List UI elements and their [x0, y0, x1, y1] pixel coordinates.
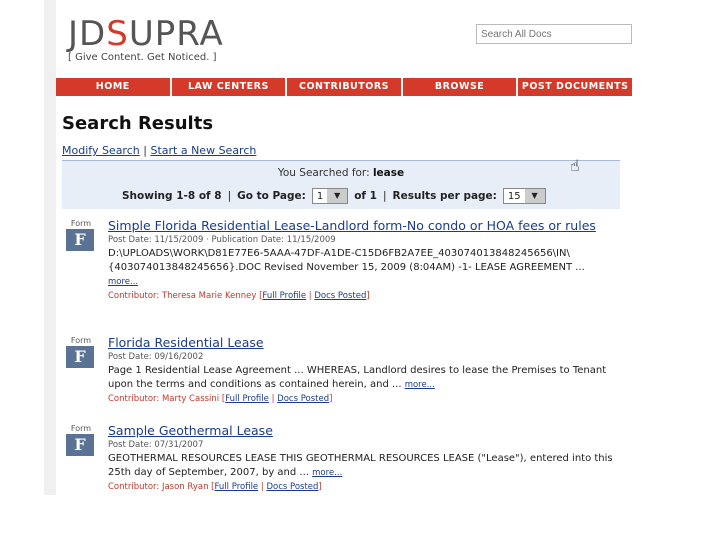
docs-posted-link[interactable]: Docs Posted: [266, 482, 318, 492]
rpp-select[interactable]: 15 ▼: [502, 188, 546, 204]
form-icon: F: [66, 346, 94, 368]
contributor-name: Theresa Marie Kenney: [161, 291, 257, 301]
full-profile-link[interactable]: Full Profile: [225, 394, 269, 404]
more-link[interactable]: more...: [312, 468, 342, 478]
mouse-pointer-icon: ☝: [570, 156, 580, 175]
form-badge: Form F: [66, 336, 96, 368]
contributor-label: Contributor:: [108, 291, 160, 301]
contributor-label: Contributor:: [108, 482, 160, 492]
showing-count: Showing 1-8 of 8: [122, 190, 222, 202]
nav-browse[interactable]: BROWSE: [403, 78, 519, 96]
result-contributor: Contributor: Theresa Marie Kenney [Full …: [108, 291, 370, 301]
form-icon: F: [66, 434, 94, 456]
badge-label: Form: [70, 219, 92, 228]
searched-label: You Searched for:: [277, 167, 370, 179]
page-select-value: 1: [316, 190, 324, 202]
full-profile-link[interactable]: Full Profile: [215, 482, 259, 492]
contributor-name: Jason Ryan: [161, 482, 209, 492]
contributor-label: Contributor:: [108, 394, 160, 404]
result-contributor: Contributor: Marty Cassini [Full Profile…: [108, 394, 333, 404]
nav-home[interactable]: HOME: [56, 78, 172, 96]
logo-part: S: [106, 14, 129, 54]
result-date: Post Date: 11/15/2009 · Publication Date…: [108, 235, 336, 245]
badge-label: Form: [70, 336, 92, 345]
searched-for: You Searched for: lease: [62, 167, 620, 179]
nav-law-centers[interactable]: LAW CENTERS: [172, 78, 288, 96]
result-item: Form F Sample Geothermal Lease Post Date…: [66, 424, 620, 494]
docs-posted-link[interactable]: Docs Posted: [314, 291, 366, 301]
result-item: Form F Simple Florida Residential Lease-…: [66, 219, 620, 303]
new-search-link[interactable]: Start a New Search: [150, 144, 256, 157]
form-badge: Form F: [66, 219, 96, 251]
search-links: Modify Search | Start a New Search: [62, 144, 256, 157]
result-snippet: D:\UPLOADS\WORK\D81E77E6-5AAA-47DF-A1DE-…: [108, 248, 585, 273]
result-title[interactable]: Sample Geothermal Lease: [108, 424, 620, 438]
result-snippet: Page 1 Residential Lease Agreement ... W…: [108, 364, 620, 392]
header: JDSUPRA [ Give Content. Get Noticed. ]: [56, 0, 632, 75]
main-nav: HOME LAW CENTERS CONTRIBUTORS BROWSE POS…: [56, 78, 632, 96]
page: JDSUPRA [ Give Content. Get Noticed. ] H…: [44, 0, 632, 495]
nav-contributors[interactable]: CONTRIBUTORS: [287, 78, 403, 96]
pagination-controls: Showing 1-8 of 8 | Go to Page: 1 ▼ of 1 |…: [122, 188, 546, 204]
search-input[interactable]: [476, 24, 632, 44]
nav-post-documents[interactable]: POST DOCUMENTS: [518, 78, 632, 96]
goto-label: Go to Page:: [237, 190, 306, 202]
page-title: Search Results: [62, 113, 214, 134]
snippet-text: GEOTHERMAL RESOURCES LEASE THIS GEOTHERM…: [108, 453, 613, 478]
result-title[interactable]: Florida Residential Lease: [108, 336, 620, 350]
logo-part: UPRA: [128, 14, 224, 54]
result-item: Form F Florida Residential Lease Post Da…: [66, 336, 620, 406]
of-pages: of 1: [354, 190, 377, 202]
form-icon: F: [66, 229, 94, 251]
link-separator: |: [143, 144, 147, 157]
form-badge: Form F: [66, 424, 96, 456]
chevron-down-icon: ▼: [524, 189, 545, 203]
more-link[interactable]: more...: [405, 380, 435, 390]
docs-posted-link[interactable]: Docs Posted: [277, 394, 329, 404]
divider: |: [382, 190, 387, 202]
result-snippet: GEOTHERMAL RESOURCES LEASE THIS GEOTHERM…: [108, 452, 620, 480]
result-date: Post Date: 09/16/2002: [108, 352, 204, 362]
tagline: [ Give Content. Get Noticed. ]: [68, 52, 217, 63]
site-logo[interactable]: JDSUPRA: [68, 14, 224, 54]
searched-term: lease: [372, 167, 405, 179]
result-contributor: Contributor: Jason Ryan [Full Profile | …: [108, 482, 322, 492]
more-link[interactable]: more...: [108, 277, 138, 287]
full-profile-link[interactable]: Full Profile: [262, 291, 306, 301]
badge-label: Form: [70, 424, 92, 433]
rpp-select-value: 15: [507, 190, 521, 202]
result-title[interactable]: Simple Florida Residential Lease-Landlor…: [108, 219, 620, 233]
modify-search-link[interactable]: Modify Search: [62, 144, 140, 157]
snippet-text: Page 1 Residential Lease Agreement ... W…: [108, 365, 607, 390]
rpp-label: Results per page:: [392, 190, 497, 202]
logo-part: JD: [68, 14, 107, 54]
page-select[interactable]: 1 ▼: [311, 188, 349, 204]
contributor-name: Marty Cassini: [161, 394, 220, 404]
chevron-down-icon: ▼: [327, 189, 348, 203]
result-date: Post Date: 07/31/2007: [108, 440, 204, 450]
search-info-bar: You Searched for: lease Showing 1-8 of 8…: [62, 160, 620, 209]
divider: |: [227, 190, 232, 202]
